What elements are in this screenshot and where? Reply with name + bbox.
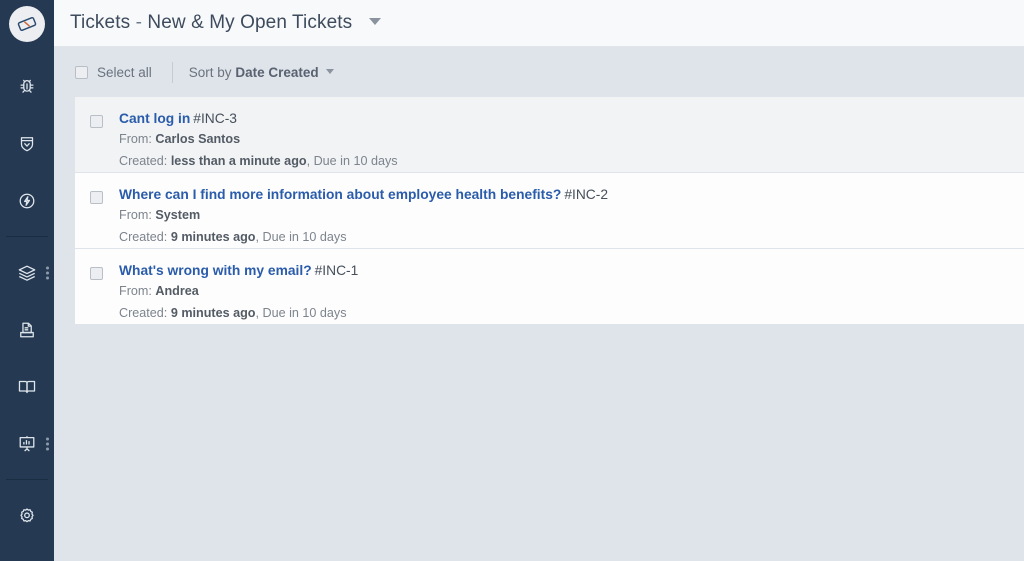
gear-icon [16,505,38,527]
ticket-created-value: 9 minutes ago [171,306,256,320]
ticket-row[interactable]: Where can I find more information about … [75,173,1024,249]
sort-by-prefix: Sort by [189,65,232,80]
bolt-circle-icon [16,190,38,212]
sidebar-item-assets[interactable] [0,244,54,301]
sidebar-item-problems[interactable] [0,115,54,172]
ticket-tag-icon [9,6,45,42]
book-icon [16,376,38,398]
sort-by-control[interactable]: Sort by Date Created [189,65,334,80]
sidebar-divider [6,236,48,237]
ticket-created-value: less than a minute ago [171,154,307,168]
ticket-created-value: 9 minutes ago [171,230,256,244]
app-root: Tickets - New & My Open Tickets Select a… [0,0,1024,561]
ticket-subject: Where can I find more information about … [119,186,1024,203]
toolbar-divider [172,62,173,83]
ticket-from-value: Carlos Santos [155,132,240,146]
select-all-control[interactable]: Select all [75,65,152,80]
chevron-down-icon[interactable] [369,18,381,25]
sidebar-nav [0,47,54,544]
sidebar-item-reports[interactable] [0,415,54,472]
ticket-subject-link[interactable]: Cant log in [119,111,190,126]
ticket-due-value: , Due in 10 days [256,306,347,320]
ticket-id: #INC-2 [564,187,608,202]
chevron-down-icon[interactable] [326,69,334,74]
list-toolbar: Select all Sort by Date Created [54,47,1024,97]
created-label: Created: [119,306,167,320]
ticket-from-value: Andrea [155,284,198,298]
sidebar-item-incidents[interactable] [0,58,54,115]
layers-icon [16,262,38,284]
sort-by-value: Date Created [235,65,318,80]
ticket-subject: Cant log in#INC-3 [119,110,1024,127]
main-area: Tickets - New & My Open Tickets Select a… [54,0,1024,561]
ticket-body: Where can I find more information about … [95,186,1024,247]
page-title-secondary: New & My Open Tickets [147,12,352,33]
ticket-checkbox[interactable] [90,191,103,204]
ticket-subject: What's wrong with my email?#INC-1 [119,262,1024,279]
ticket-created-line: Created: less than a minute ago, Due in … [119,152,1024,171]
ticket-subject-link[interactable]: Where can I find more information about … [119,187,561,202]
ticket-body: Cant log in#INC-3 From: Carlos Santos Crea… [95,110,1024,171]
ticket-from-line: From: Andrea [119,282,1024,301]
ticket-list-area: Cant log in#INC-3 From: Carlos Santos Crea… [54,97,1024,561]
sidebar [0,0,54,561]
ticket-row[interactable]: Cant log in#INC-3 From: Carlos Santos Crea… [75,97,1024,173]
app-logo[interactable] [0,0,54,47]
created-label: Created: [119,154,167,168]
page-title[interactable]: Tickets - New & My Open Tickets [70,12,381,34]
from-label: From: [119,208,152,222]
ticket-row[interactable]: What's wrong with my email?#INC-1 From: A… [75,249,1024,325]
ticket-list: Cant log in#INC-3 From: Carlos Santos Crea… [75,97,1024,325]
created-label: Created: [119,230,167,244]
ticket-due-value: , Due in 10 days [307,154,398,168]
sidebar-overflow-reports[interactable] [46,437,49,450]
from-label: From: [119,132,152,146]
ticket-from-line: From: Carlos Santos [119,130,1024,149]
sidebar-overflow-assets[interactable] [46,266,49,279]
ticket-id: #INC-3 [193,111,237,126]
sort-by-text: Sort by Date Created [189,65,319,80]
ticket-created-line: Created: 9 minutes ago, Due in 10 days [119,304,1024,323]
bug-icon [16,76,38,98]
sidebar-item-solutions[interactable] [0,358,54,415]
select-all-label: Select all [97,65,152,80]
ticket-id: #INC-1 [315,263,359,278]
top-header: Tickets - New & My Open Tickets [54,0,1024,47]
select-all-checkbox[interactable] [75,66,88,79]
ticket-from-value: System [155,208,200,222]
ticket-checkbox[interactable] [90,115,103,128]
sidebar-item-admin[interactable] [0,487,54,544]
from-label: From: [119,284,152,298]
shield-icon [16,133,38,155]
ticket-from-line: From: System [119,206,1024,225]
sidebar-divider [6,479,48,480]
sidebar-item-changes[interactable] [0,172,54,229]
chart-board-icon [16,433,38,455]
ticket-due-value: , Due in 10 days [256,230,347,244]
ticket-body: What's wrong with my email?#INC-1 From: A… [95,262,1024,323]
printer-icon [16,319,38,341]
sidebar-item-contracts[interactable] [0,301,54,358]
page-title-primary: Tickets [70,12,130,33]
ticket-subject-link[interactable]: What's wrong with my email? [119,263,312,278]
ticket-checkbox[interactable] [90,267,103,280]
page-title-separator: - [136,12,142,33]
ticket-created-line: Created: 9 minutes ago, Due in 10 days [119,228,1024,247]
